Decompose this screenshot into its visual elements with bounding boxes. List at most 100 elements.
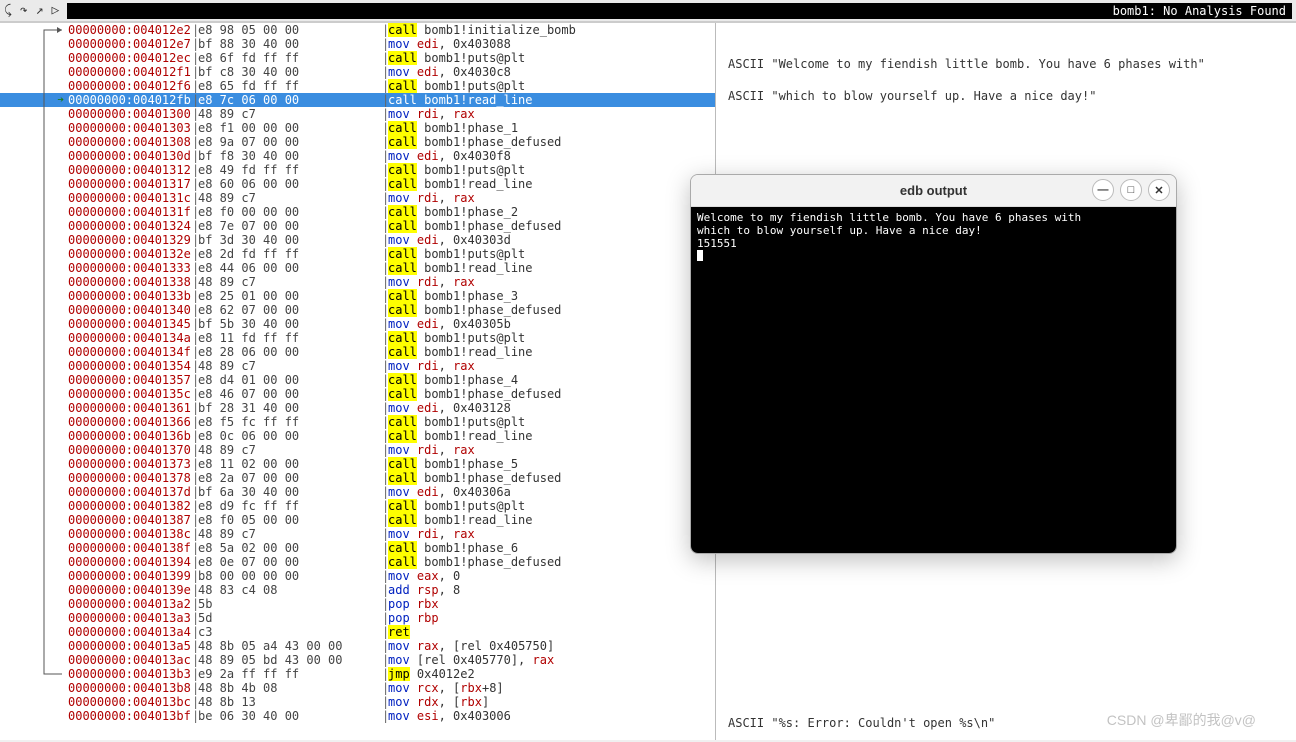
disasm-row[interactable]: 00000000:00401345|bf 5b 30 40 00|mov edi… [0,317,715,331]
disasm-row[interactable]: 00000000:0040133b|e8 25 01 00 00|call bo… [0,289,715,303]
address: 00000000:00401340 [68,303,192,317]
disasm-row[interactable]: 00000000:00401338|48 89 c7|mov rdi, rax [0,275,715,289]
close-button[interactable]: ✕ [1148,179,1170,201]
bytes: e8 f5 fc ff ff [198,415,382,429]
disasm-row[interactable]: 00000000:00401333|e8 44 06 00 00|call bo… [0,261,715,275]
bytes: e9 2a ff ff ff [198,667,382,681]
register: edi [417,233,439,247]
disasm-row[interactable]: 00000000:00401366|e8 f5 fc ff ff|call bo… [0,415,715,429]
disasm-row[interactable]: 00000000:004013a4|c3|ret [0,625,715,639]
run-icon[interactable]: ▷ [51,3,59,18]
bytes: bf f8 30 40 00 [198,149,382,163]
disasm-row[interactable]: 00000000:004013b8|48 8b 4b 08|mov rcx, [… [0,681,715,695]
disasm-row[interactable]: 00000000:00401361|bf 28 31 40 00|mov edi… [0,401,715,415]
gutter [0,569,68,583]
disasm-row[interactable]: 00000000:00401308|e8 9a 07 00 00|call bo… [0,135,715,149]
disasm-row[interactable]: 00000000:00401300|48 89 c7|mov rdi, rax [0,107,715,121]
disasm-row[interactable]: 00000000:0040139e|48 83 c4 08|add rsp, 8 [0,583,715,597]
bytes: bf 28 31 40 00 [198,401,382,415]
minimize-button[interactable]: — [1092,179,1114,201]
bytes: e8 2a 07 00 00 [198,471,382,485]
bytes: 5d [198,611,382,625]
disasm-row[interactable]: 00000000:00401378|e8 2a 07 00 00|call bo… [0,471,715,485]
disasm-row[interactable]: 00000000:0040132e|e8 2d fd ff ff|call bo… [0,247,715,261]
step-out-icon[interactable]: ↗ [36,3,44,18]
disasm-row[interactable]: 00000000:0040134f|e8 28 06 00 00|call bo… [0,345,715,359]
disasm-row[interactable]: 00000000:0040136b|e8 0c 06 00 00|call bo… [0,429,715,443]
disasm-row[interactable]: 00000000:00401373|e8 11 02 00 00|call bo… [0,457,715,471]
output-window-body[interactable]: Welcome to my fiendish little bomb. You … [691,207,1176,553]
disasm-row[interactable]: 00000000:0040138f|e8 5a 02 00 00|call bo… [0,541,715,555]
disasm-row[interactable]: 00000000:00401370|48 89 c7|mov rdi, rax [0,443,715,457]
disasm-row[interactable]: 00000000:00401382|e8 d9 fc ff ff|call bo… [0,499,715,513]
register: edi [417,37,439,51]
disasm-row[interactable]: 00000000:004012f1|bf c8 30 40 00|mov edi… [0,65,715,79]
address: 00000000:00401357 [68,373,192,387]
disasm-row[interactable]: 00000000:0040131c|48 89 c7|mov rdi, rax [0,191,715,205]
register: rbx [460,681,482,695]
disasm-row[interactable]: 00000000:00401357|e8 d4 01 00 00|call bo… [0,373,715,387]
register: edi [417,65,439,79]
disasm-row[interactable]: 00000000:0040137d|bf 6a 30 40 00|mov edi… [0,485,715,499]
disasm-row[interactable]: 00000000:004013bc|48 8b 13|mov rdx, [rbx… [0,695,715,709]
gutter [0,233,68,247]
address: 00000000:00401387 [68,513,192,527]
disasm-row[interactable]: 00000000:00401324|e8 7e 07 00 00|call bo… [0,219,715,233]
disasm-row[interactable]: 00000000:004013ac|48 89 05 bd 43 00 00|m… [0,653,715,667]
edb-output-window[interactable]: edb output — □ ✕ Welcome to my fiendish … [690,174,1177,554]
disasm-row[interactable]: 00000000:0040138c|48 89 c7|mov rdi, rax [0,527,715,541]
bytes: c3 [198,625,382,639]
register: rdi [417,191,439,205]
disasm-row[interactable]: ➔00000000:004012fb|e8 7c 06 00 00|call b… [0,93,715,107]
bytes: 48 8b 4b 08 [198,681,382,695]
step-into-icon[interactable]: ⤹ [4,3,12,18]
mnemonic: call [388,387,417,401]
disasm-row[interactable]: 00000000:004013bf|be 06 30 40 00|mov esi… [0,709,715,723]
disasm-row[interactable]: 00000000:004012e2|e8 98 05 00 00|call bo… [0,23,715,37]
mnemonic: mov [388,37,410,51]
gutter [0,527,68,541]
disasm-row[interactable]: 00000000:00401394|e8 0e 07 00 00|call bo… [0,555,715,569]
disasm-row[interactable]: 00000000:00401354|48 89 c7|mov rdi, rax [0,359,715,373]
disasm-row[interactable]: 00000000:0040131f|e8 f0 00 00 00|call bo… [0,205,715,219]
bytes: e8 d9 fc ff ff [198,499,382,513]
disasm-row[interactable]: 00000000:004013a5|48 8b 05 a4 43 00 00|m… [0,639,715,653]
disasm-row[interactable]: 00000000:00401387|e8 f0 05 00 00|call bo… [0,513,715,527]
disasm-row[interactable]: 00000000:00401340|e8 62 07 00 00|call bo… [0,303,715,317]
mnemonic: mov [388,191,410,205]
output-window-title-bar[interactable]: edb output — □ ✕ [691,175,1176,207]
step-over-icon[interactable]: ↷ [20,3,28,18]
disasm-row[interactable]: 00000000:0040130d|bf f8 30 40 00|mov edi… [0,149,715,163]
maximize-button[interactable]: □ [1120,179,1142,201]
disasm-row[interactable]: 00000000:004012ec|e8 6f fd ff ff|call bo… [0,51,715,65]
register: rdx [417,695,439,709]
disasm-row[interactable]: 00000000:00401329|bf 3d 30 40 00|mov edi… [0,233,715,247]
disasm-row[interactable]: 00000000:00401312|e8 49 fd ff ff|call bo… [0,163,715,177]
disasm-row[interactable]: 00000000:00401317|e8 60 06 00 00|call bo… [0,177,715,191]
gutter [0,639,68,653]
mnemonic: mov [388,275,410,289]
mnemonic: call [388,457,417,471]
register: rax [453,275,475,289]
disasm-row[interactable]: 00000000:0040134a|e8 11 fd ff ff|call bo… [0,331,715,345]
disasm-row[interactable]: 00000000:0040135c|e8 46 07 00 00|call bo… [0,387,715,401]
bytes: 48 89 c7 [198,527,382,541]
bytes: e8 f1 00 00 00 [198,121,382,135]
bytes: e8 11 fd ff ff [198,331,382,345]
register: rdi [417,359,439,373]
disasm-row[interactable]: 00000000:004012e7|bf 88 30 40 00|mov edi… [0,37,715,51]
disasm-row[interactable]: 00000000:004013a2|5b|pop rbx [0,597,715,611]
disasm-row[interactable]: 00000000:004013b3|e9 2a ff ff ff|jmp 0x4… [0,667,715,681]
bytes: 48 89 c7 [198,107,382,121]
bytes: bf 6a 30 40 00 [198,485,382,499]
address: 00000000:00401324 [68,219,192,233]
disassembly-pane[interactable]: 00000000:004012e2|e8 98 05 00 00|call bo… [0,23,716,740]
disasm-row[interactable]: 00000000:00401303|e8 f1 00 00 00|call bo… [0,121,715,135]
mnemonic: mov [388,653,410,667]
disasm-row[interactable]: 00000000:00401399|b8 00 00 00 00|mov eax… [0,569,715,583]
bytes: 48 89 05 bd 43 00 00 [198,653,382,667]
gutter [0,163,68,177]
disasm-row[interactable]: 00000000:004012f6|e8 65 fd ff ff|call bo… [0,79,715,93]
bytes: bf 3d 30 40 00 [198,233,382,247]
disasm-row[interactable]: 00000000:004013a3|5d|pop rbp [0,611,715,625]
